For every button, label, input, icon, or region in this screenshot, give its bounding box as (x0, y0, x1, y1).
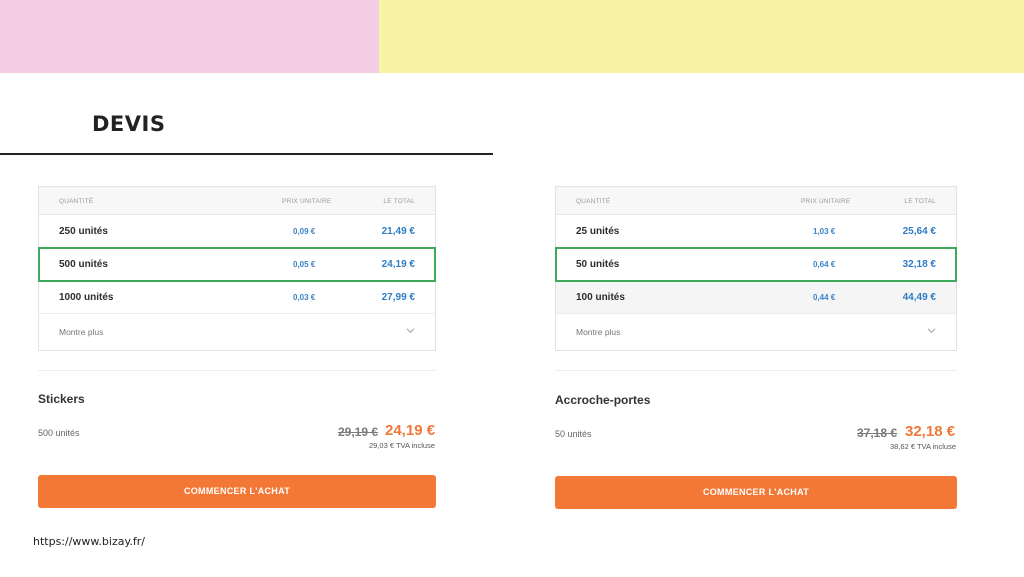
row-quantity: 100 unités (576, 292, 625, 303)
product-name: Accroche-portes (555, 393, 651, 407)
old-price: 37,18 € (857, 426, 898, 440)
tva-note: 29,03 € TVA incluse (368, 441, 435, 450)
product-name: Stickers (38, 392, 85, 406)
product-quantity: 500 unités (38, 428, 80, 438)
price-table-header: QUANTITÉ PRIX UNITAIRE LE TOTAL (556, 187, 956, 215)
row-quantity: 500 unités (59, 259, 108, 270)
row-quantity: 1000 unités (59, 292, 114, 303)
row-unit-price: 0,09 € (293, 227, 316, 236)
start-purchase-button[interactable]: COMMENCER L'ACHAT (555, 476, 957, 509)
table-row-selected[interactable]: 500 unités 0,05 € 24,19 € (38, 247, 436, 282)
quote-panel-stickers: QUANTITÉ PRIX UNITAIRE LE TOTAL 250 unit… (38, 186, 436, 351)
header-total: LE TOTAL (904, 198, 936, 205)
quote-panel-door-hangers: QUANTITÉ PRIX UNITAIRE LE TOTAL 25 unité… (555, 186, 957, 351)
row-quantity: 25 unités (576, 226, 620, 237)
row-unit-price: 0,03 € (293, 293, 316, 302)
table-row[interactable]: 250 unités 0,09 € 21,49 € (39, 215, 435, 248)
price-table: QUANTITÉ PRIX UNITAIRE LE TOTAL 25 unité… (555, 186, 957, 351)
page-title: DEVIS (92, 112, 166, 136)
chevron-down-icon[interactable] (927, 326, 936, 335)
new-price: 32,18 € (905, 423, 956, 440)
section-divider (38, 370, 436, 371)
header-band-pink (0, 0, 379, 73)
price-table-header: QUANTITÉ PRIX UNITAIRE LE TOTAL (39, 187, 435, 215)
table-row[interactable]: 25 unités 1,03 € 25,64 € (556, 215, 956, 248)
new-price: 24,19 € (385, 422, 436, 439)
header-unit-price: PRIX UNITAIRE (282, 198, 332, 205)
section-divider (555, 370, 957, 371)
table-row-selected[interactable]: 50 unités 0,64 € 32,18 € (555, 247, 957, 282)
start-purchase-button[interactable]: COMMENCER L'ACHAT (38, 475, 436, 508)
row-unit-price: 0,64 € (813, 260, 836, 269)
row-total: 32,18 € (902, 259, 936, 270)
title-underline (0, 153, 493, 155)
header-quantity: QUANTITÉ (59, 198, 94, 205)
row-unit-price: 0,05 € (293, 260, 316, 269)
old-price: 29,19 € (338, 425, 379, 439)
product-quantity: 50 unités (555, 429, 592, 439)
price-table: QUANTITÉ PRIX UNITAIRE LE TOTAL 250 unit… (38, 186, 436, 351)
chevron-down-icon[interactable] (406, 326, 415, 335)
show-more-row[interactable]: Montre plus (39, 314, 435, 350)
header-unit-price: PRIX UNITAIRE (801, 198, 851, 205)
show-more-label: Montre plus (576, 327, 621, 337)
table-row[interactable]: 1000 unités 0,03 € 27,99 € (39, 281, 435, 314)
row-total: 44,49 € (902, 292, 936, 303)
row-total: 21,49 € (381, 226, 415, 237)
row-quantity: 250 unités (59, 226, 108, 237)
show-more-row[interactable]: Montre plus (556, 314, 956, 350)
row-quantity: 50 unités (576, 259, 620, 270)
source-url: https://www.bizay.fr/ (33, 535, 145, 548)
table-row[interactable]: 100 unités 0,44 € 44,49 € (556, 281, 956, 314)
row-total: 24,19 € (381, 259, 415, 270)
row-total: 27,99 € (381, 292, 415, 303)
header-quantity: QUANTITÉ (576, 198, 611, 205)
row-unit-price: 1,03 € (813, 227, 836, 236)
header-band-yellow (379, 0, 1024, 73)
header-total: LE TOTAL (383, 198, 415, 205)
show-more-label: Montre plus (59, 327, 104, 337)
row-unit-price: 0,44 € (813, 293, 836, 302)
row-total: 25,64 € (902, 226, 936, 237)
tva-note: 38,62 € TVA incluse (889, 442, 956, 451)
